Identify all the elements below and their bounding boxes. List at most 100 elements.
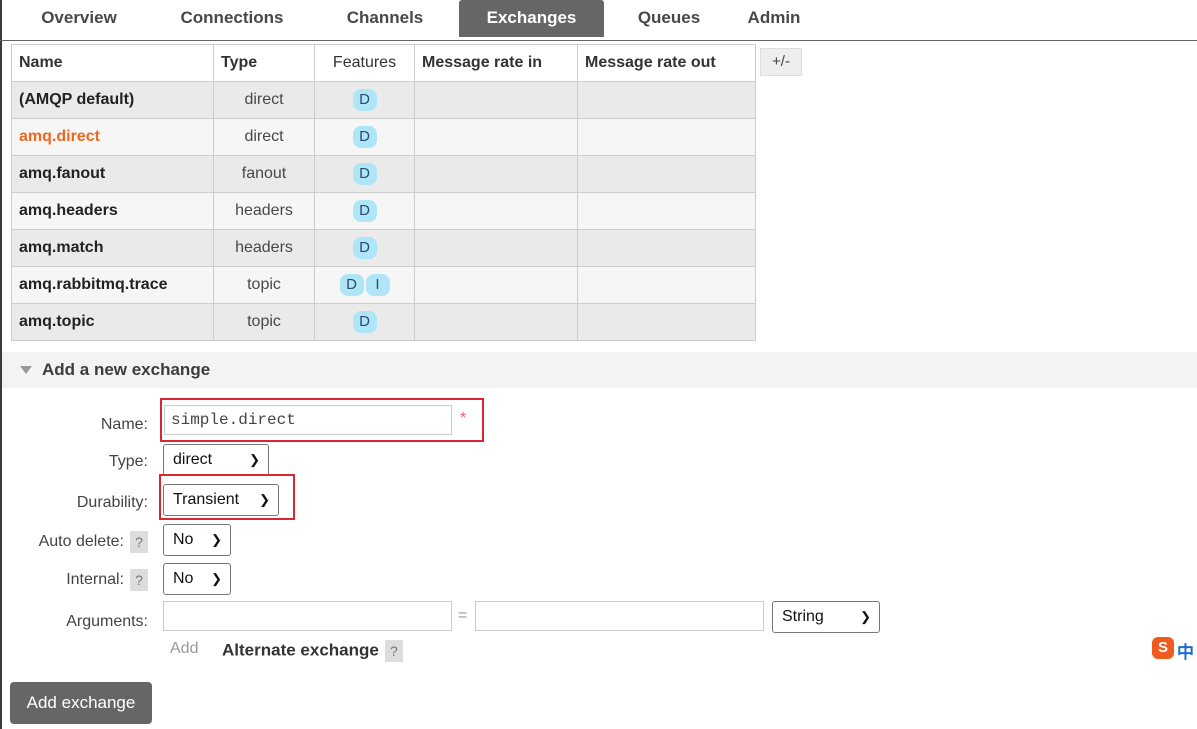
help-icon[interactable]: ?	[130, 569, 148, 591]
tab-channels[interactable]: Channels	[320, 0, 450, 37]
exchange-name-link[interactable]: amq.rabbitmq.trace	[11, 266, 214, 304]
section-title: Add a new exchange	[42, 360, 211, 379]
feature-badge: D	[352, 311, 377, 333]
equals-sign: =	[458, 607, 468, 624]
internal-label: Internal:	[66, 571, 124, 589]
durability-select[interactable]: Transient ❯	[163, 484, 279, 516]
exchange-type-cell: topic	[213, 266, 315, 304]
help-icon[interactable]: ?	[384, 640, 403, 662]
rate-out-cell	[577, 118, 756, 156]
rate-in-cell	[414, 81, 578, 119]
column-header-rate-out: Message rate out	[577, 44, 756, 82]
ime-logo-icon[interactable]: S	[1152, 637, 1174, 659]
exchanges-table-body: (AMQP default) direct Damq.direct direct Dam…	[11, 81, 756, 341]
tab-connections[interactable]: Connections	[157, 0, 307, 37]
table-row: (AMQP default) direct D	[11, 81, 756, 119]
exchange-name-link[interactable]: amq.topic	[11, 303, 214, 341]
rate-in-cell	[414, 229, 578, 267]
exchange-type-cell: topic	[213, 303, 315, 341]
argument-value-input[interactable]	[475, 601, 764, 631]
chevron-down-icon: ❯	[259, 492, 270, 507]
features-cell: D	[314, 303, 415, 341]
exchange-name-link[interactable]: amq.fanout	[11, 155, 214, 193]
triangle-down-icon	[20, 366, 32, 374]
add-argument-link[interactable]: Add	[170, 640, 198, 658]
rate-in-cell	[414, 266, 578, 304]
feature-badge: D	[352, 237, 377, 259]
rate-out-cell	[577, 155, 756, 193]
feature-badge: D	[352, 89, 377, 111]
table-row: amq.topic topic D	[11, 303, 756, 341]
chevron-down-icon: ❯	[211, 571, 222, 586]
tab-admin[interactable]: Admin	[740, 0, 808, 37]
table-row: amq.match headers D	[11, 229, 756, 267]
rate-in-cell	[414, 303, 578, 341]
rate-in-cell	[414, 155, 578, 193]
chevron-down-icon: ❯	[860, 609, 871, 624]
features-cell: D	[314, 118, 415, 156]
rate-out-cell	[577, 192, 756, 230]
exchange-type-cell: direct	[213, 118, 315, 156]
exchange-type-cell: direct	[213, 81, 315, 119]
argument-type-select[interactable]: String ❯	[772, 601, 880, 633]
durability-select-value: Transient	[173, 491, 240, 508]
type-select[interactable]: direct ❯	[163, 444, 269, 476]
help-icon[interactable]: ?	[130, 531, 148, 553]
arguments-label: Arguments:	[66, 613, 148, 630]
rate-out-cell	[577, 81, 756, 119]
type-label: Type:	[108, 453, 148, 470]
tab-queues[interactable]: Queues	[614, 0, 724, 37]
columns-toggle-button[interactable]: +/-	[760, 48, 802, 76]
name-input[interactable]: simple.direct	[164, 405, 452, 435]
column-header-name[interactable]: Name	[11, 44, 214, 82]
alternate-exchange-link[interactable]: Alternate exchange?	[222, 640, 403, 662]
auto-delete-select-value: No	[173, 531, 194, 548]
exchange-name-link[interactable]: amq.match	[11, 229, 214, 267]
alternate-exchange-label: Alternate exchange	[222, 640, 379, 660]
tab-overview[interactable]: Overview	[16, 0, 142, 37]
internal-select-value: No	[173, 570, 194, 587]
column-header-features: Features	[314, 44, 415, 82]
exchange-type-cell: headers	[213, 229, 315, 267]
tab-exchanges[interactable]: Exchanges	[459, 0, 604, 37]
internal-select[interactable]: No ❯	[163, 563, 231, 595]
features-cell: DI	[314, 266, 415, 304]
chevron-down-icon: ❯	[211, 532, 222, 547]
table-row: amq.headers headers D	[11, 192, 756, 230]
type-select-value: direct	[173, 451, 213, 468]
exchange-name-link[interactable]: (AMQP default)	[11, 81, 214, 119]
features-cell: D	[314, 155, 415, 193]
auto-delete-label: Auto delete:	[38, 533, 124, 551]
table-row: amq.fanout fanout D	[11, 155, 756, 193]
auto-delete-row: Auto delete:?	[8, 531, 148, 553]
rate-out-cell	[577, 229, 756, 267]
add-exchange-button[interactable]: Add exchange	[10, 682, 152, 724]
rate-out-cell	[577, 303, 756, 341]
exchange-name-link[interactable]: amq.direct	[11, 118, 214, 156]
ime-mode-indicator[interactable]: 中	[1177, 638, 1194, 663]
rate-in-cell	[414, 192, 578, 230]
name-label: Name:	[100, 416, 148, 433]
feature-badge: D	[352, 126, 377, 148]
required-marker: *	[460, 410, 467, 427]
features-cell: D	[314, 192, 415, 230]
internal-row: Internal:?	[8, 569, 148, 591]
auto-delete-select[interactable]: No ❯	[163, 524, 231, 556]
argument-key-input[interactable]	[163, 601, 452, 631]
feature-badge: D	[352, 163, 377, 185]
table-row: amq.direct direct D	[11, 118, 756, 156]
feature-badge: D	[352, 200, 377, 222]
add-exchange-section-toggle[interactable]: Add a new exchange	[2, 352, 1197, 388]
feature-badge: I	[365, 274, 390, 296]
exchanges-table: Name Type Features Message rate in Messa…	[11, 44, 756, 341]
exchange-name-link[interactable]: amq.headers	[11, 192, 214, 230]
column-header-type[interactable]: Type	[213, 44, 315, 82]
main-tabs: Overview Connections Channels Exchanges …	[0, 0, 1197, 41]
argument-type-select-value: String	[782, 608, 824, 625]
features-cell: D	[314, 229, 415, 267]
rate-out-cell	[577, 266, 756, 304]
features-cell: D	[314, 81, 415, 119]
table-row: amq.rabbitmq.trace topic D I	[11, 266, 756, 304]
exchange-type-cell: headers	[213, 192, 315, 230]
durability-label: Durability:	[76, 494, 148, 511]
